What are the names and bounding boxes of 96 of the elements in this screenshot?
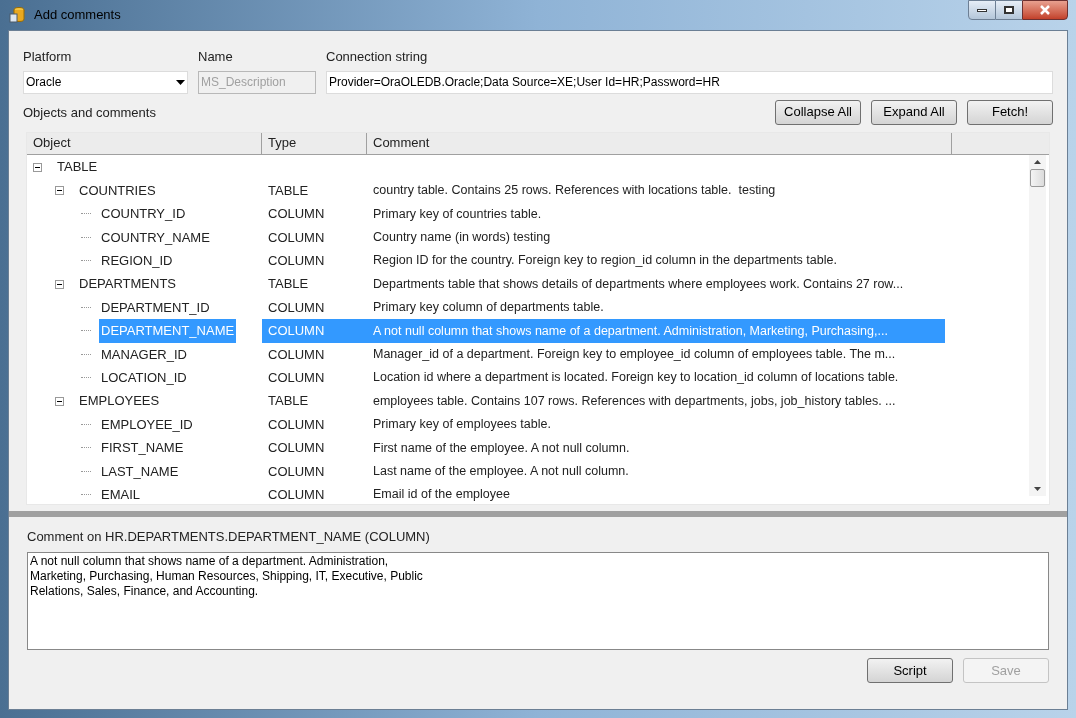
type-cell-text: COLUMN <box>267 345 326 364</box>
type-cell-text: COLUMN <box>267 298 326 317</box>
type-cell-text: COLUMN <box>267 462 326 481</box>
type-cell-text: COLUMN <box>267 252 326 270</box>
object-name: DEPARTMENT_NAME <box>99 319 237 343</box>
object-name: EMAIL <box>100 485 141 504</box>
type-cell-text: TABLE <box>267 392 310 411</box>
type-cell-text: COLUMN <box>267 228 326 247</box>
tree-row[interactable]: COUNTRY_ID COLUMN Primary key of countries table. <box>27 202 1029 226</box>
scrollbar[interactable] <box>1029 154 1046 496</box>
column-header[interactable]: Object <box>27 132 262 154</box>
tree-line <box>81 236 91 238</box>
scroll-thumb[interactable] <box>1030 168 1045 187</box>
type-cell-text: COLUMN <box>267 205 326 224</box>
section-label: Objects and comments <box>23 104 156 122</box>
type-cell-text: COLUMN <box>267 322 326 341</box>
comment-cell-text: Email id of the employee <box>372 486 511 504</box>
tree-row[interactable]: EMPLOYEE_ID COLUMN Primary key of employees table. <box>27 412 1029 437</box>
collapse-icon[interactable] <box>33 162 42 172</box>
object-name: COUNTRY_NAME <box>100 228 211 247</box>
push-button[interactable]: Script <box>867 658 953 683</box>
dropdown-arrow-icon <box>176 79 185 85</box>
field-label: Name <box>198 48 234 66</box>
tree-row[interactable]: DEPARTMENTS TABLE Departments table that shows details of departments where employees work. Contains 27 row... <box>27 272 1029 296</box>
push-button[interactable]: Fetch! <box>967 99 1053 125</box>
type-cell-text: TABLE <box>267 275 310 294</box>
object-name: DEPARTMENTS <box>78 275 178 294</box>
tree-line <box>81 424 91 425</box>
tree-row[interactable]: EMAIL COLUMN Email id of the employee <box>27 482 1029 504</box>
type-cell-text: COLUMN <box>267 415 326 434</box>
tree-row[interactable]: MANAGER_ID COLUMN Manager_id of a department. Foreign key to employee_id column of employees table. The m... <box>27 342 1029 366</box>
comment-cell-text: Primary key of countries table. <box>372 205 543 223</box>
connection-string-field[interactable]: Provider=OraOLEDB.Oracle;Data Source=XE;User Id=HR;Password=HR <box>326 70 1053 94</box>
comment-cell-text: Country name (in words) testing <box>372 229 552 246</box>
object-name: LOCATION_ID <box>100 368 188 387</box>
tree-line <box>81 260 91 262</box>
object-name: TABLE <box>56 158 99 177</box>
close-button[interactable] <box>1022 0 1068 20</box>
object-name: DEPARTMENT_ID <box>100 298 211 317</box>
tree-row[interactable]: COUNTRIES TABLE country table. Contains 25 rows. References with locations table. testing <box>27 178 1029 203</box>
comment-cell-text: Location id where a department is located. Foreign key to location_id column of locations table. <box>372 369 900 387</box>
column-header[interactable]: Comment <box>367 132 952 154</box>
tree-row[interactable]: EMPLOYEES TABLE employees table. Contains 107 rows. References with departments, jobs, job_history tables. ... <box>27 389 1029 413</box>
object-name: MANAGER_ID <box>100 345 188 364</box>
comment-cell-text: Primary key column of departments table. <box>372 299 605 317</box>
tree-row[interactable]: LOCATION_ID COLUMN Location id where a department is located. Foreign key to location_id column of locations table. <box>27 366 1029 390</box>
database-icon <box>8 6 26 24</box>
object-name: EMPLOYEE_ID <box>100 415 194 434</box>
comment-cell-text: Departments table that shows details of departments where employees work. Contains 27 row... <box>372 275 905 293</box>
object-name: EMPLOYEES <box>78 392 161 411</box>
field-label: Platform <box>23 48 73 66</box>
platform-dropdown[interactable]: Oracle <box>23 70 188 94</box>
comment-cell-text: Region ID for the country. Foreign key to region_id column in the departments table. <box>372 252 838 270</box>
window-title: Add comments <box>34 6 121 25</box>
comment-cell-text: Manager_id of a department. Foreign key to employee_id column of employees table. The m... <box>372 345 897 363</box>
type-cell-text: COLUMN <box>267 439 326 458</box>
comment-cell-text: country table. Contains 25 rows. References with locations table. testing <box>372 182 777 200</box>
comment-cell-text: Last name of the employee. A not null column. <box>372 462 630 480</box>
collapse-icon[interactable] <box>55 186 64 196</box>
type-cell-text: TABLE <box>267 181 310 200</box>
collapse-icon[interactable] <box>55 279 64 289</box>
object-name: REGION_ID <box>100 252 174 270</box>
comment-cell-text: First name of the employee. A not null column. <box>372 439 631 457</box>
field-label: Connection string <box>326 48 429 66</box>
tree-line <box>81 213 91 215</box>
object-name: COUNTRY_ID <box>100 205 187 224</box>
tree-line <box>81 377 91 379</box>
maximize-button[interactable] <box>996 0 1022 20</box>
tree-line <box>81 494 91 496</box>
tree-row[interactable]: DEPARTMENT_ID COLUMN Primary key column of departments table. <box>27 295 1029 320</box>
tree-line <box>81 307 91 309</box>
tree-line <box>81 330 91 332</box>
close-icon <box>1039 5 1051 15</box>
type-cell-text: COLUMN <box>267 368 326 387</box>
type-cell-text: COLUMN <box>267 485 326 504</box>
object-name: LAST_NAME <box>100 462 180 481</box>
push-button[interactable]: Expand All <box>871 99 957 125</box>
tree-row[interactable]: FIRST_NAME COLUMN First name of the employee. A not null column. <box>27 436 1029 460</box>
comment-label: Comment on HR.DEPARTMENTS.DEPARTMENT_NAME (COLUMN) <box>27 527 431 546</box>
comment-cell-text: Primary key of employees table. <box>372 416 552 434</box>
tree-line <box>81 470 91 472</box>
object-name: COUNTRIES <box>78 181 157 200</box>
tree-row[interactable]: LAST_NAME COLUMN Last name of the employee. A not null column. <box>27 459 1029 483</box>
tree-line <box>81 447 91 449</box>
comment-cell-text: employees table. Contains 107 rows. References with departments, jobs, job_history tables. ... <box>372 392 897 410</box>
push-button[interactable]: Collapse All <box>775 99 861 125</box>
object-name: FIRST_NAME <box>100 439 185 458</box>
comment-text-area[interactable]: A not null column that shows name of a department. Administration, Marketing, Purchasing, Human Resources, Shipping, IT, Executive, Public Relations, Sales, Finance, and Accounting. <box>27 552 1049 650</box>
tree-row[interactable]: REGION_ID COLUMN Region ID for the country. Foreign key to region_id column in the departments table. <box>27 249 1029 273</box>
column-header[interactable]: Type <box>262 132 367 154</box>
tree-row[interactable]: COUNTRY_NAME COLUMN Country name (in words) testing <box>27 225 1029 250</box>
tree-line <box>81 353 91 355</box>
collapse-icon[interactable] <box>55 396 64 406</box>
tree-row[interactable]: TABLE <box>27 155 1029 179</box>
minimize-button[interactable] <box>968 0 996 20</box>
comment-cell-text: A not null column that shows name of a department. Administration, Marketing, Purchasing,... <box>372 322 889 340</box>
